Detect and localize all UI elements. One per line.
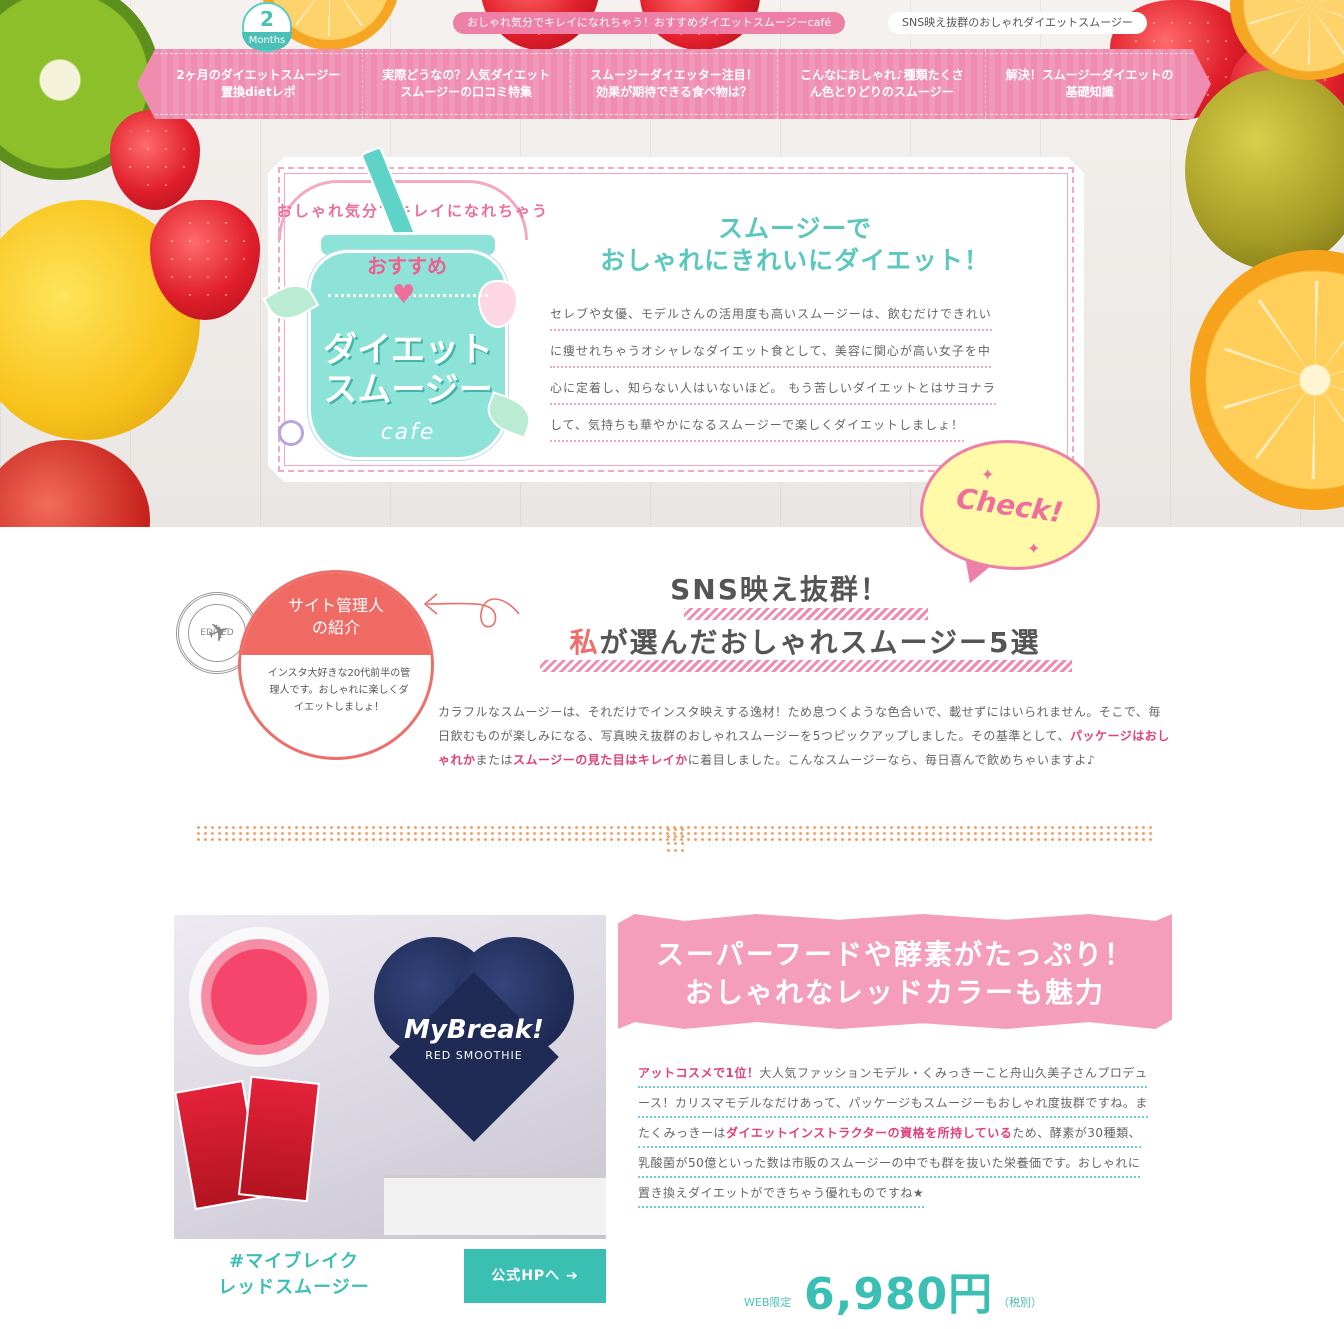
check-bubble: Check! ✦ ✦: [920, 440, 1100, 570]
header-tag-site-title[interactable]: おしゃれ気分でキレイになれちゃう！おすすめダイエットスムージーcafé: [453, 12, 846, 34]
logo-title: ダイエット スムージー: [323, 330, 493, 410]
section-title-line2: 私が選んだおしゃれスムージー5選: [569, 626, 1041, 659]
check-label: Check!: [954, 481, 1066, 529]
title-underline: [684, 608, 928, 620]
site-logo[interactable]: おしゃれ気分でキレイになれちゃう おすすめ ♥ ダイエット スムージー cafe: [262, 140, 558, 485]
admin-profile[interactable]: サイト管理人 の紹介 インスタ大好きな20代前半の管理人です。おしゃれに楽しくダイ…: [238, 570, 434, 760]
section-title-highlight: 私: [569, 626, 600, 659]
nav-item-diet-report[interactable]: 2ヶ月のダイエットスムージー 置換dietレポ: [155, 49, 363, 119]
nav-item-foods[interactable]: スムージーダイエッター注目！ 効果が期待できる食べ物は？: [571, 49, 779, 119]
admin-description: インスタ大好きな20代前半の管理人です。おしゃれに楽しくダイエットしましょ！: [267, 668, 411, 713]
product-emphasis: ダイエットインストラクターの資格を所持している: [725, 1126, 1013, 1140]
official-site-button[interactable]: 公式HPへ ➔: [464, 1249, 606, 1303]
nav-bottom-stitch: [155, 114, 1193, 115]
product-brand-sub: RED SMOOTHIE: [425, 1049, 523, 1062]
title-underline: [540, 660, 1072, 672]
price-prefix: WEB限定: [744, 1296, 792, 1309]
nav-item-basics[interactable]: 解決！スムージーダイエットの 基礎知識: [986, 49, 1193, 119]
strawberry-icon: [478, 280, 518, 328]
bubble-icon: [278, 420, 304, 446]
logo-recommend: おすすめ: [367, 254, 447, 278]
smoothie-glass: [189, 927, 329, 1067]
nav-item-varieties[interactable]: こんなにおしゃれ♪種類たくさ ん色とりどりのスムージー: [778, 49, 987, 119]
section-title-line1: SNS映え抜群！: [670, 573, 890, 606]
admin-title: サイト管理人 の紹介: [241, 573, 431, 655]
hero-description: セレブや女優、モデルさんの活用度も高いスムージーは、飲むだけできれい に痩せれち…: [550, 296, 1030, 444]
product-photo[interactable]: MyBreak! RED SMOOTHIE: [174, 915, 606, 1239]
product-packets: [174, 1075, 334, 1225]
sparkle-icon: ✦: [981, 465, 995, 484]
section-intro: カラフルなスムージーは、それだけでインスタ映えする逸材！ため息つくような色合いで…: [438, 705, 1170, 767]
product-brand-logo: MyBreak!: [404, 1015, 544, 1045]
intro-emphasis: スムージーの見た目はキレイか: [513, 753, 688, 767]
laptop: [384, 1175, 606, 1235]
strawberry-image: [110, 110, 200, 210]
nav-top-stitch: [155, 53, 1193, 54]
sparkle-icon: ✦: [1027, 539, 1041, 558]
hero-title: スムージーで おしゃれにきれいにダイエット！: [600, 214, 990, 275]
apple-image: [0, 440, 150, 527]
price-value: 6,980円: [804, 1269, 994, 1320]
dotted-divider: [195, 826, 1155, 854]
nav-item-reviews[interactable]: 実際どうなの？人気ダイエット スムージーの口コミ特集: [363, 49, 571, 119]
main-nav: 2ヶ月のダイエットスムージー 置換dietレポ 実際どうなの？人気ダイエット スムー…: [137, 49, 1211, 119]
product-emphasis: アットコスメで1位！: [638, 1066, 760, 1080]
product-description: アットコスメで1位！大人気ファッションモデル・くみっきーこと舟山久美子さんプロデ…: [638, 1058, 1150, 1208]
hero-banner: おしゃれ気分でキレイになれちゃう！おすすめダイエットスムージーcafé SNS映…: [0, 0, 1344, 527]
price-suffix: （税別）: [998, 1296, 1042, 1309]
logo-cafe: cafe: [380, 420, 436, 445]
logo-arc-text: おしゃれ気分でキレイになれちゃう: [276, 202, 549, 220]
header-tag-subtitle[interactable]: SNS映え抜群のおしゃれダイエットスムージー: [888, 12, 1147, 34]
product-name[interactable]: #マイブレイク レッドスムージー: [174, 1249, 414, 1301]
months-badge-label: Months: [242, 32, 292, 50]
heart-icon: ♥: [392, 280, 416, 310]
product-headline: スーパーフードや酵素がたっぷり！ おしゃれなレッドカラーも魅力: [655, 938, 1135, 1009]
months-badge-number: 2: [260, 7, 274, 31]
orange-slice-image: [1190, 250, 1344, 510]
months-badge[interactable]: 2 Months: [242, 2, 292, 52]
